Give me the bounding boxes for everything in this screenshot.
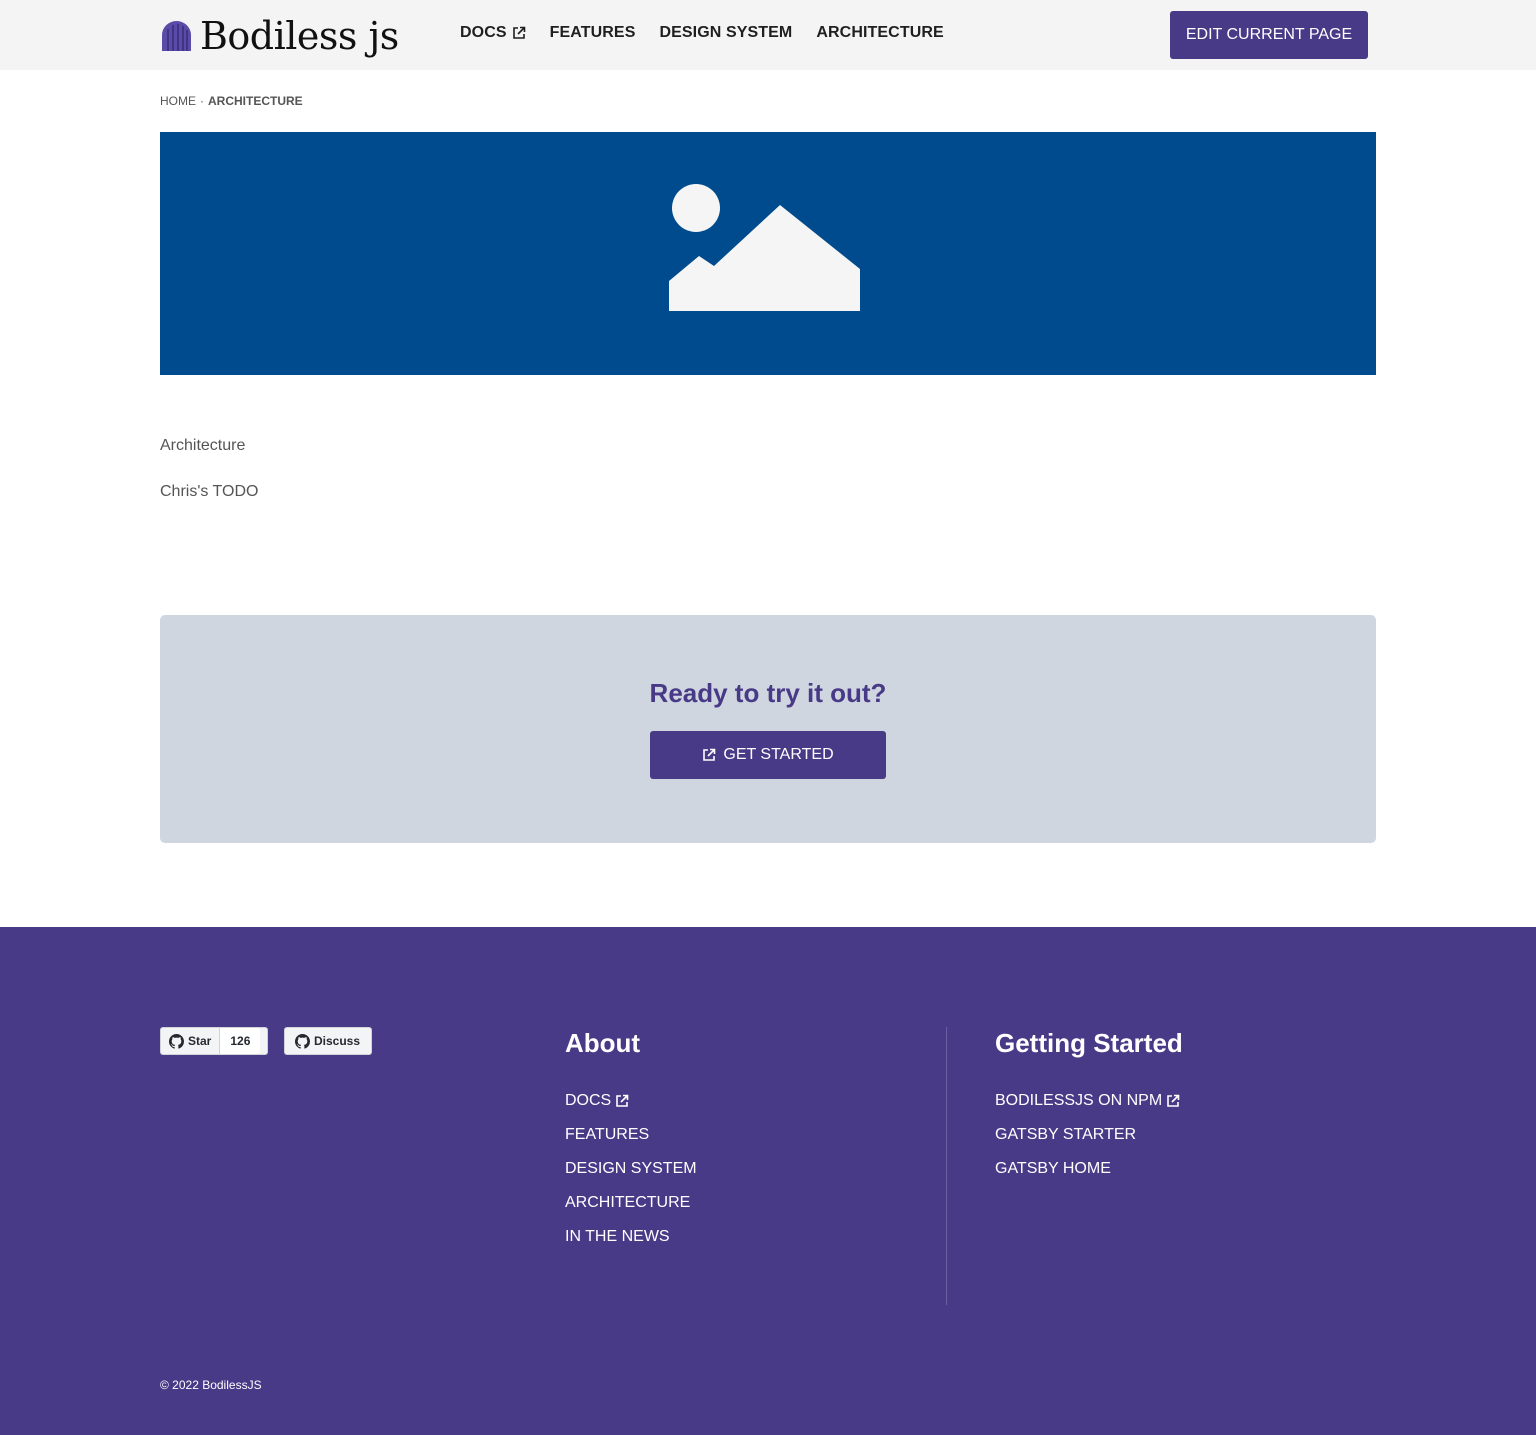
footer-about-links: DOCS FEATURES DESIGN SYSTEM ARCHITECTURE…	[565, 1084, 697, 1254]
logo-text: Bodiless js	[200, 14, 399, 58]
footer-link-architecture[interactable]: ARCHITECTURE	[565, 1186, 697, 1220]
nav-docs[interactable]: DOCS	[460, 24, 526, 42]
footer-getting-started-title: Getting Started	[995, 1028, 1183, 1058]
cta-section: Ready to try it out? GET STARTED	[160, 615, 1376, 843]
breadcrumb-separator: ·	[200, 94, 204, 108]
breadcrumb: HOME · ARCHITECTURE	[160, 94, 303, 108]
external-link-icon	[616, 1094, 629, 1107]
content-paragraph: Chris's TODO	[160, 483, 259, 500]
get-started-label: GET STARTED	[723, 746, 834, 763]
footer-link-design-system[interactable]: DESIGN SYSTEM	[565, 1152, 697, 1186]
footer-link-gatsby-home[interactable]: GATSBY HOME	[995, 1152, 1183, 1186]
footer-divider	[946, 1027, 947, 1305]
get-started-button[interactable]: GET STARTED	[650, 731, 886, 779]
github-star-segment[interactable]: Star	[161, 1028, 219, 1054]
footer-link-label: BODILESSJS ON NPM	[995, 1092, 1163, 1109]
content-paragraph: Architecture	[160, 437, 246, 454]
github-icon	[295, 1033, 310, 1049]
copyright: © 2022 BodilessJS	[160, 1378, 262, 1392]
nav-design-system[interactable]: DESIGN SYSTEM	[659, 24, 792, 42]
footer-about: About DOCS FEATURES DESIGN SYSTEM ARCHIT…	[565, 1027, 697, 1254]
footer-link-in-the-news[interactable]: IN THE NEWS	[565, 1220, 697, 1254]
footer-link-features[interactable]: FEATURES	[565, 1118, 697, 1152]
github-icon	[169, 1033, 184, 1049]
nav-features[interactable]: FEATURES	[550, 24, 636, 42]
footer-about-title: About	[565, 1028, 641, 1058]
external-link-icon	[512, 26, 525, 39]
logo[interactable]: Bodiless js	[160, 14, 399, 58]
footer-link-npm[interactable]: BODILESSJS ON NPM	[995, 1084, 1183, 1118]
breadcrumb-home[interactable]: HOME	[160, 94, 196, 108]
footer-link-label: DOCS	[565, 1092, 612, 1109]
bodiless-logo-icon	[162, 21, 191, 51]
github-star-label: Star	[188, 1034, 212, 1048]
github-star-count[interactable]: 126	[219, 1028, 261, 1054]
nav-docs-label: DOCS	[460, 24, 507, 41]
footer-getting-started-links: BODILESSJS ON NPM GATSBY STARTER GATSBY …	[995, 1084, 1183, 1186]
nav-architecture[interactable]: ARCHITECTURE	[816, 24, 943, 42]
github-discuss-label: Discuss	[314, 1034, 361, 1048]
edit-current-page-button[interactable]: EDIT CURRENT PAGE	[1170, 11, 1368, 59]
footer-link-gatsby-starter[interactable]: GATSBY STARTER	[995, 1118, 1183, 1152]
footer-link-docs[interactable]: DOCS	[565, 1084, 697, 1118]
footer-getting-started: Getting Started BODILESSJS ON NPM GATSBY…	[995, 1027, 1183, 1186]
site-header: Bodiless js DOCS FEATURES DESIGN SYSTEM …	[0, 0, 1536, 70]
breadcrumb-current: ARCHITECTURE	[208, 94, 303, 108]
github-discuss-button[interactable]: Discuss	[284, 1027, 372, 1055]
github-star-button[interactable]: Star 126	[160, 1027, 268, 1055]
hero-image	[160, 132, 1376, 375]
external-link-icon	[1167, 1094, 1180, 1107]
image-placeholder-icon	[669, 184, 860, 311]
site-footer: Star 126 Discuss About DOCS FEATURES DES…	[0, 927, 1536, 1435]
external-link-icon	[703, 748, 716, 761]
cta-title: Ready to try it out?	[649, 678, 887, 708]
main-nav: DOCS FEATURES DESIGN SYSTEM ARCHITECTURE	[460, 24, 968, 42]
